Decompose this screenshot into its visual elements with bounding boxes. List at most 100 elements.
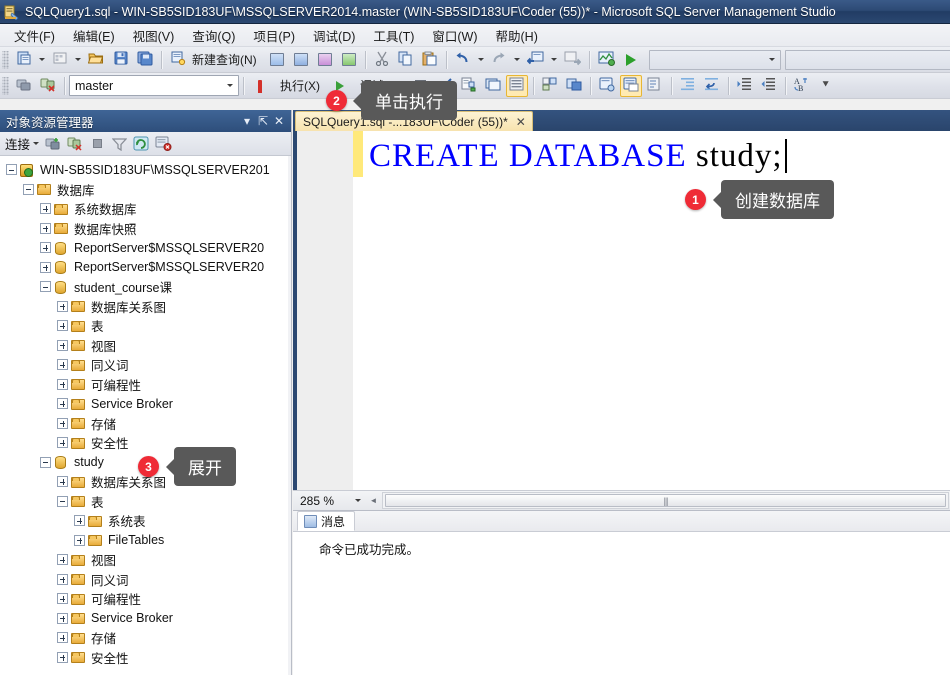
tree-node[interactable]: ReportServer$MSSQLSERVER20 bbox=[0, 258, 288, 278]
new-analysis-query-button[interactable] bbox=[290, 49, 312, 71]
results-to-grid-button[interactable] bbox=[539, 75, 561, 97]
results-to-file-button[interactable] bbox=[563, 75, 585, 97]
run-button[interactable] bbox=[620, 49, 642, 71]
new-project-button[interactable] bbox=[13, 49, 35, 71]
hscroll-left-arrow[interactable]: ◄ bbox=[366, 493, 381, 508]
expand-icon[interactable] bbox=[57, 476, 68, 488]
new-query-button[interactable]: 新建查询(N) bbox=[167, 49, 264, 71]
tree-node[interactable]: 表 bbox=[0, 492, 288, 512]
connect-dropdown-button[interactable]: 连接 bbox=[5, 134, 42, 153]
expand-icon[interactable] bbox=[57, 437, 68, 449]
copy-button[interactable] bbox=[395, 49, 417, 71]
code-line-1[interactable]: CREATE DATABASE study; bbox=[369, 133, 950, 179]
expand-icon[interactable] bbox=[57, 378, 68, 390]
toggle-outline-button[interactable] bbox=[644, 75, 666, 97]
tree-node[interactable]: 视图 bbox=[0, 550, 288, 570]
tree-node[interactable]: FileTables bbox=[0, 531, 288, 551]
panel-menu-icon[interactable]: ▾ bbox=[239, 114, 255, 128]
indent-left-button[interactable] bbox=[758, 75, 780, 97]
toolbar-combo-2[interactable] bbox=[784, 49, 950, 70]
oe-disconnect-icon[interactable] bbox=[65, 134, 85, 154]
expand-icon[interactable] bbox=[40, 203, 51, 215]
tree-node[interactable]: 安全性 bbox=[0, 433, 288, 453]
display-estimated-plan-button[interactable] bbox=[458, 75, 480, 97]
tree-node[interactable]: 数据库 bbox=[0, 180, 288, 200]
open-file-button[interactable] bbox=[85, 49, 108, 71]
tree-node[interactable]: 数据库快照 bbox=[0, 219, 288, 239]
save-all-button[interactable] bbox=[134, 49, 156, 71]
activity-monitor-button[interactable] bbox=[595, 49, 618, 71]
new-xmla-query-button[interactable] bbox=[338, 49, 360, 71]
tree-node[interactable]: ReportServer$MSSQLSERVER20 bbox=[0, 238, 288, 258]
tree-node[interactable]: 可编程性 bbox=[0, 375, 288, 395]
undo-button[interactable] bbox=[452, 49, 474, 71]
tab-messages[interactable]: 消息 bbox=[297, 511, 356, 531]
tree-node[interactable]: 表 bbox=[0, 316, 288, 336]
database-selector[interactable]: master bbox=[69, 75, 239, 96]
save-button[interactable] bbox=[110, 49, 132, 71]
new-item-button[interactable] bbox=[49, 49, 71, 71]
execute-button[interactable]: 执行(X) bbox=[273, 75, 327, 97]
undo-format-button[interactable] bbox=[701, 75, 723, 97]
expand-icon[interactable] bbox=[57, 593, 68, 605]
tree-node[interactable]: 视图 bbox=[0, 336, 288, 356]
toolbar-grip[interactable] bbox=[2, 50, 9, 69]
cut-button[interactable] bbox=[371, 49, 393, 71]
tree-node[interactable]: 数据库关系图 bbox=[0, 297, 288, 317]
close-icon[interactable]: ✕ bbox=[271, 114, 287, 128]
hscroll-thumb[interactable] bbox=[385, 494, 946, 507]
expand-icon[interactable] bbox=[40, 261, 51, 273]
horizontal-scrollbar[interactable] bbox=[382, 492, 949, 509]
expand-icon[interactable] bbox=[57, 359, 68, 371]
object-explorer-tree[interactable]: WIN-SB5SID183UF\MSSQLSERVER201 数据库 系统数据库 数据… bbox=[0, 156, 288, 675]
comment-button[interactable] bbox=[596, 75, 618, 97]
menu-item-edit[interactable]: 编辑(E) bbox=[64, 23, 124, 48]
navigate-forward-button[interactable] bbox=[561, 49, 584, 71]
navigate-dropdown-icon[interactable] bbox=[550, 58, 557, 61]
oe-stop-icon[interactable] bbox=[87, 134, 107, 154]
oe-error-icon[interactable] bbox=[153, 134, 173, 154]
collapse-icon[interactable] bbox=[23, 183, 34, 195]
menu-item-view[interactable]: 视图(V) bbox=[124, 23, 184, 48]
expand-icon[interactable] bbox=[57, 417, 68, 429]
sort-az-button[interactable]: A B bbox=[791, 75, 813, 97]
disconnect-button[interactable] bbox=[37, 75, 59, 97]
expand-icon[interactable] bbox=[74, 515, 85, 527]
redo-button[interactable] bbox=[488, 49, 510, 71]
tree-node[interactable]: 存储 bbox=[0, 414, 288, 434]
paste-button[interactable] bbox=[419, 49, 441, 71]
menu-item-file[interactable]: 文件(F) bbox=[5, 23, 64, 48]
tree-node[interactable]: Service Broker bbox=[0, 609, 288, 629]
expand-icon[interactable] bbox=[74, 534, 85, 546]
toolbar2-grip[interactable] bbox=[2, 76, 9, 95]
redo-dropdown-icon[interactable] bbox=[513, 58, 520, 61]
menu-item-tools[interactable]: 工具(T) bbox=[364, 23, 423, 48]
query-options-button[interactable] bbox=[482, 75, 504, 97]
oe-filter-icon[interactable] bbox=[109, 134, 129, 154]
new-item-dropdown-icon[interactable] bbox=[75, 58, 81, 61]
oe-refresh-icon[interactable] bbox=[131, 134, 151, 154]
undo-dropdown-icon[interactable] bbox=[477, 58, 484, 61]
zoom-level-selector[interactable]: 285 % bbox=[296, 492, 366, 510]
menu-item-window[interactable]: 窗口(W) bbox=[423, 23, 486, 48]
tree-node[interactable]: student_course课 bbox=[0, 277, 288, 297]
toolbar-overflow-button[interactable]: ⯆ bbox=[815, 75, 837, 97]
tree-node[interactable]: 系统表 bbox=[0, 511, 288, 531]
uncomment-button[interactable] bbox=[619, 74, 642, 97]
new-project-dropdown-icon[interactable] bbox=[39, 58, 45, 61]
collapse-icon[interactable] bbox=[6, 164, 17, 176]
new-db-engine-query-button[interactable] bbox=[266, 49, 288, 71]
expand-icon[interactable] bbox=[57, 632, 68, 644]
execute-warning-icon[interactable] bbox=[249, 75, 271, 97]
menu-item-debug[interactable]: 调试(D) bbox=[304, 23, 364, 48]
connect-button[interactable] bbox=[13, 75, 35, 97]
tree-node[interactable]: 可编程性 bbox=[0, 589, 288, 609]
results-to-text-button[interactable] bbox=[505, 74, 528, 97]
tree-node[interactable]: 存储 bbox=[0, 628, 288, 648]
tree-node[interactable]: 安全性 bbox=[0, 648, 288, 668]
expand-icon[interactable] bbox=[57, 398, 68, 410]
menu-item-help[interactable]: 帮助(H) bbox=[487, 23, 547, 48]
new-mdx-query-button[interactable] bbox=[314, 49, 336, 71]
expand-icon[interactable] bbox=[40, 222, 51, 234]
oe-connect-icon[interactable] bbox=[43, 134, 63, 154]
